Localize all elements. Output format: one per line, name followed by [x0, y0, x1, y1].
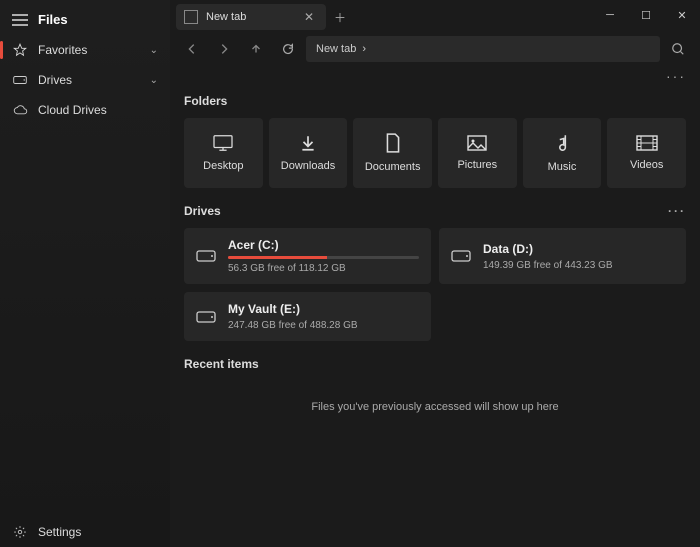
chevron-down-icon: ⌄	[150, 75, 158, 86]
folder-music[interactable]: Music	[523, 118, 602, 188]
folder-documents[interactable]: Documents	[353, 118, 432, 188]
close-icon[interactable]: ✕	[300, 10, 318, 24]
folder-label: Downloads	[281, 160, 335, 172]
more-button[interactable]: ···	[666, 68, 686, 84]
sidebar-item-label: Cloud Drives	[38, 103, 158, 117]
menu-icon[interactable]	[12, 14, 28, 26]
refresh-button[interactable]	[274, 35, 302, 63]
drive-name: My Vault (E:)	[228, 302, 419, 316]
sidebar-item-drives[interactable]: Drives ⌄	[0, 65, 170, 95]
folder-downloads[interactable]: Downloads	[269, 118, 348, 188]
maximize-button[interactable]: ☐	[628, 0, 664, 30]
back-button[interactable]	[178, 35, 206, 63]
path-bar[interactable]: New tab ›	[306, 36, 660, 62]
drives-grid: Acer (C:) 56.3 GB free of 118.12 GB Data…	[184, 228, 686, 341]
gear-icon	[12, 525, 28, 539]
desktop-icon	[212, 134, 234, 152]
folder-pictures[interactable]: Pictures	[438, 118, 517, 188]
document-icon	[385, 133, 401, 153]
folder-desktop[interactable]: Desktop	[184, 118, 263, 188]
drive-icon	[451, 250, 471, 262]
drive-icon	[196, 250, 216, 262]
cloud-icon	[12, 105, 28, 115]
app-title: Files	[38, 12, 68, 27]
sidebar-header: Files	[0, 4, 170, 35]
tab-title: New tab	[206, 11, 292, 23]
section-folders-title: Folders	[184, 94, 686, 108]
drive-free-text: 149.39 GB free of 443.23 GB	[483, 260, 674, 271]
tab-new[interactable]: New tab ✕	[176, 4, 326, 30]
drive-icon	[196, 311, 216, 323]
recent-empty-text: Files you've previously accessed will sh…	[184, 381, 686, 433]
download-icon	[299, 134, 317, 152]
main-panel: New tab ✕ ＋ ─ ☐ ✕ New t	[170, 0, 700, 547]
drive-name: Acer (C:)	[228, 238, 419, 252]
drive-name: Data (D:)	[483, 242, 674, 256]
drive-free-text: 247.48 GB free of 488.28 GB	[228, 320, 419, 331]
folder-videos[interactable]: Videos	[607, 118, 686, 188]
tab-favicon-icon	[184, 10, 198, 24]
titlebar: New tab ✕ ＋ ─ ☐ ✕	[170, 0, 700, 30]
drives-more-button[interactable]: ···	[668, 204, 686, 218]
drive-c[interactable]: Acer (C:) 56.3 GB free of 118.12 GB	[184, 228, 431, 284]
content: Folders Desktop Downloads Documents Pict…	[170, 88, 700, 547]
window-controls: ─ ☐ ✕	[592, 0, 700, 30]
image-icon	[467, 135, 487, 151]
drive-icon	[12, 75, 28, 85]
section-recent-title: Recent items	[184, 357, 686, 371]
drive-e[interactable]: My Vault (E:) 247.48 GB free of 488.28 G…	[184, 292, 431, 341]
sidebar: Files Favorites ⌄ Drives ⌄ Cloud Drives	[0, 0, 170, 547]
folder-label: Videos	[630, 159, 663, 171]
folders-grid: Desktop Downloads Documents Pictures Mus…	[184, 118, 686, 188]
music-icon	[554, 133, 570, 153]
sidebar-item-label: Favorites	[38, 43, 140, 57]
drive-free-text: 56.3 GB free of 118.12 GB	[228, 263, 419, 274]
sidebar-item-cloud-drives[interactable]: Cloud Drives	[0, 95, 170, 125]
minimize-button[interactable]: ─	[592, 0, 628, 30]
forward-button[interactable]	[210, 35, 238, 63]
sidebar-item-settings[interactable]: Settings	[0, 517, 170, 547]
chevron-down-icon: ⌄	[150, 45, 158, 56]
breadcrumb: New tab	[316, 43, 356, 55]
toolbar: New tab ›	[170, 30, 700, 68]
section-drives-title: Drives ···	[184, 204, 686, 218]
folder-label: Music	[548, 161, 577, 173]
search-button[interactable]	[664, 35, 692, 63]
drive-d[interactable]: Data (D:) 149.39 GB free of 443.23 GB	[439, 228, 686, 284]
folder-label: Desktop	[203, 160, 243, 172]
new-tab-button[interactable]: ＋	[326, 4, 354, 30]
drive-usage-bar	[228, 256, 419, 259]
up-button[interactable]	[242, 35, 270, 63]
chevron-right-icon: ›	[362, 43, 366, 55]
folder-label: Documents	[365, 161, 421, 173]
video-icon	[636, 135, 658, 151]
folder-label: Pictures	[457, 159, 497, 171]
sidebar-item-favorites[interactable]: Favorites ⌄	[0, 35, 170, 65]
star-icon	[12, 43, 28, 57]
sidebar-item-label: Settings	[38, 525, 158, 539]
sidebar-item-label: Drives	[38, 73, 140, 87]
close-button[interactable]: ✕	[664, 0, 700, 30]
